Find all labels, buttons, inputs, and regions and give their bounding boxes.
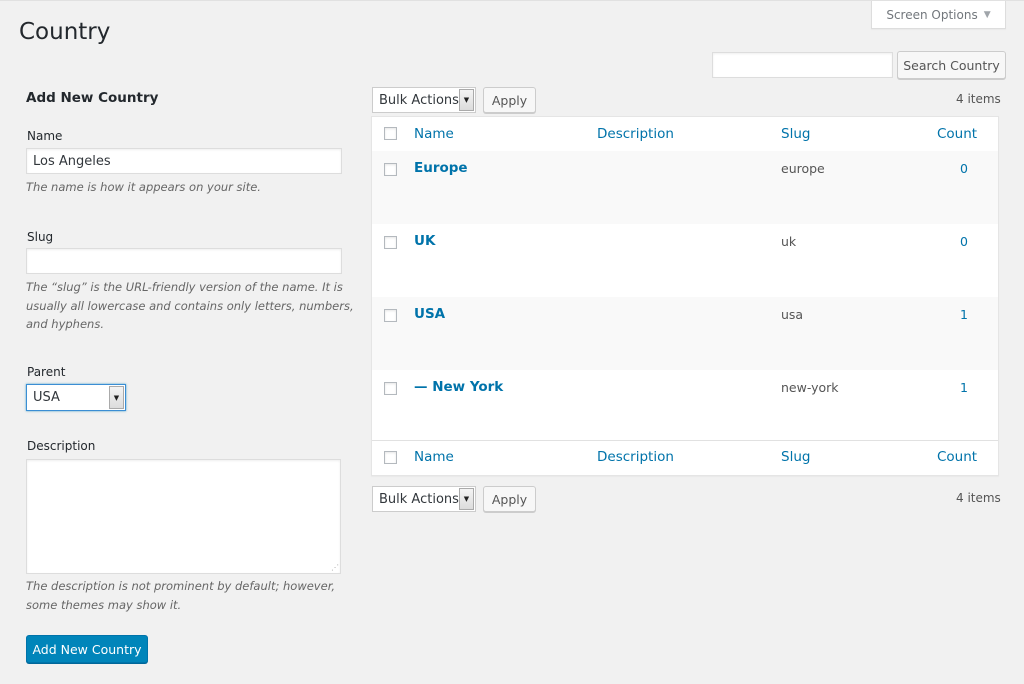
bulk-actions-value: Bulk Actions (379, 92, 459, 108)
row-checkbox[interactable] (384, 382, 397, 395)
form-heading: Add New Country (26, 90, 159, 106)
table-row: USA usa 1 (372, 297, 998, 370)
resize-grip-icon[interactable]: ⋰ (331, 564, 339, 572)
name-field[interactable] (26, 148, 342, 174)
description-textarea-wrap: ⋰ (26, 459, 341, 574)
name-label: Name (27, 129, 63, 143)
screen-options-button[interactable]: Screen Options ▼ (871, 1, 1006, 29)
bulk-actions-value: Bulk Actions (379, 491, 459, 507)
add-new-country-button[interactable]: Add New Country (26, 635, 148, 663)
row-slug: usa (781, 307, 804, 322)
screen-options-label: Screen Options (886, 7, 978, 22)
column-slug-footer[interactable]: Slug (781, 449, 810, 465)
row-name-link[interactable]: Europe (414, 160, 468, 176)
apply-button-bottom[interactable]: Apply (483, 486, 536, 512)
slug-help-text: The “slug” is the URL-friendly version o… (26, 280, 354, 331)
table-header: Name Description Slug Count (372, 117, 998, 152)
dropdown-arrow-icon: ▼ (109, 386, 124, 409)
table-row: Europe europe 0 (372, 151, 998, 224)
page-title: Country (19, 19, 111, 45)
row-slug: europe (781, 161, 825, 176)
row-checkbox[interactable] (384, 163, 397, 176)
slug-field[interactable] (26, 248, 342, 274)
search-button[interactable]: Search Country (897, 51, 1006, 79)
column-description-footer[interactable]: Description (597, 449, 674, 465)
parent-select[interactable]: USA ▼ (26, 384, 126, 411)
apply-button-top[interactable]: Apply (483, 87, 536, 113)
description-label: Description (27, 439, 96, 453)
row-name-link[interactable]: UK (414, 233, 435, 249)
column-name-footer[interactable]: Name (414, 449, 454, 465)
items-count-top: 4 items (956, 92, 1001, 106)
table-row: UK uk 0 (372, 224, 998, 297)
row-count-link[interactable]: 1 (960, 307, 968, 322)
row-checkbox[interactable] (384, 309, 397, 322)
row-checkbox[interactable] (384, 236, 397, 249)
row-count-link[interactable]: 1 (960, 380, 968, 395)
row-slug: new-york (781, 380, 839, 395)
items-count-bottom: 4 items (956, 491, 1001, 505)
row-name-link[interactable]: — New York (414, 379, 503, 395)
dropdown-arrow-icon: ▼ (459, 488, 474, 510)
select-all-checkbox[interactable] (384, 127, 397, 140)
table-footer: Name Description Slug Count (372, 440, 998, 475)
column-slug-header[interactable]: Slug (781, 126, 810, 142)
description-textarea[interactable] (26, 459, 341, 574)
table-row: — New York new-york 1 (372, 370, 998, 443)
row-count-link[interactable]: 0 (960, 161, 968, 176)
column-count-footer[interactable]: Count (937, 449, 977, 465)
parent-select-value: USA (33, 390, 60, 405)
country-table: Name Description Slug Count Europe europ… (371, 116, 999, 476)
parent-label: Parent (27, 365, 66, 379)
name-help-text: The name is how it appears on your site. (26, 180, 261, 194)
bulk-actions-select-bottom[interactable]: Bulk Actions ▼ (372, 486, 476, 512)
caret-down-icon: ▼ (983, 9, 991, 20)
column-count-header[interactable]: Count (937, 126, 977, 142)
search-input[interactable] (712, 52, 893, 78)
row-slug: uk (781, 234, 797, 249)
bulk-actions-select-top[interactable]: Bulk Actions ▼ (372, 87, 476, 113)
column-description-header[interactable]: Description (597, 126, 674, 142)
column-name-header[interactable]: Name (414, 126, 454, 142)
slug-label: Slug (27, 230, 54, 244)
row-count-link[interactable]: 0 (960, 234, 968, 249)
description-help-text: The description is not prominent by defa… (26, 579, 336, 612)
dropdown-arrow-icon: ▼ (459, 89, 474, 111)
select-all-checkbox-footer[interactable] (384, 451, 397, 464)
row-name-link[interactable]: USA (414, 306, 445, 322)
